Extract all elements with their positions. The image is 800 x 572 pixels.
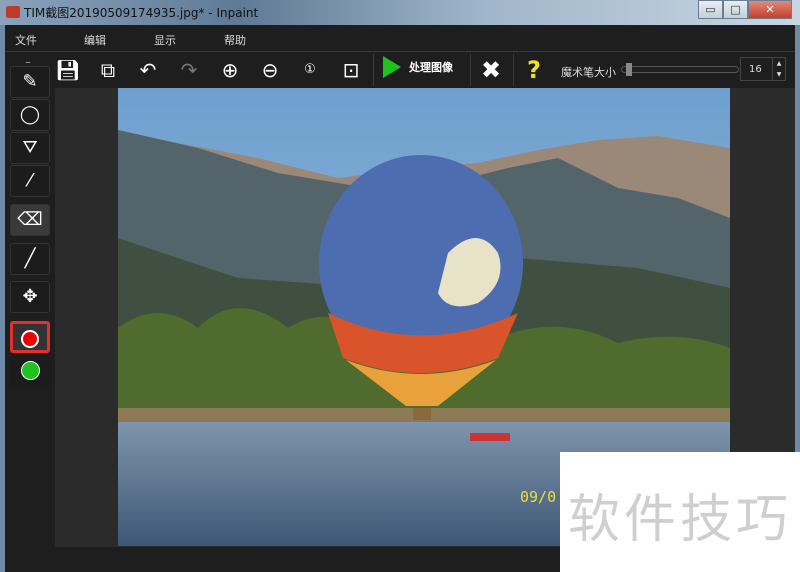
- spin-arrows[interactable]: ▲ ▼: [772, 58, 785, 80]
- brush-size-label: 魔术笔大小: [561, 66, 616, 79]
- green-marker-color[interactable]: [10, 355, 50, 387]
- menu-help[interactable]: 帮助: [224, 32, 246, 48]
- brush-size-slider[interactable]: [621, 63, 739, 76]
- red-marker-color[interactable]: [10, 321, 50, 353]
- zoom-out-icon[interactable]: ⊖: [257, 57, 283, 83]
- polygon-lasso-tool[interactable]: ⛛: [10, 132, 50, 164]
- tool-panel: ✎ ◯ ⛛ ⁄ ⌫ ╱ ✥: [5, 63, 50, 547]
- app-icon: [6, 6, 20, 18]
- slider-thumb[interactable]: [626, 63, 633, 76]
- cancel-icon[interactable]: ✖: [478, 57, 504, 83]
- minimize-button[interactable]: ▭: [698, 0, 723, 19]
- window-title: TIM截图20190509174935.jpg* - Inpaint: [24, 6, 259, 20]
- lasso-tool[interactable]: ◯: [10, 99, 50, 131]
- zoom-fit-icon[interactable]: ⊡: [338, 57, 364, 83]
- help-icon[interactable]: ?: [521, 57, 547, 83]
- line-tool[interactable]: ╱: [10, 243, 50, 275]
- play-icon: [383, 56, 401, 78]
- watermark-text: 软件技巧: [568, 490, 793, 550]
- menu-view[interactable]: 显示: [154, 32, 176, 48]
- title-bar: TIM截图20190509174935.jpg* - Inpaint ▭ □ ✕: [0, 0, 800, 25]
- magic-wand-tool[interactable]: ⁄: [10, 165, 50, 197]
- menu-bar: 文件 编辑 显示 帮助: [5, 25, 795, 52]
- process-image-button[interactable]: 处理图像: [383, 56, 453, 78]
- watermark: 软件技巧: [560, 452, 800, 572]
- redo-icon[interactable]: ↷: [176, 57, 202, 83]
- process-label: 处理图像: [409, 61, 453, 74]
- menu-file[interactable]: 文件: [15, 32, 37, 48]
- menu-edit[interactable]: 编辑: [84, 32, 106, 48]
- zoom-actual-icon[interactable]: ①: [297, 57, 323, 83]
- preview-icon[interactable]: ⧉: [95, 57, 121, 83]
- maximize-button[interactable]: □: [723, 0, 748, 19]
- save-icon[interactable]: 💾︎: [55, 57, 81, 83]
- undo-icon[interactable]: ↶: [135, 57, 161, 83]
- toolbar: ⇩ 💾︎ ⧉ ↶ ↷ ⊕ ⊖ ① ⊡ 处理图像 ✖ ? 魔术笔大小 16 ▲▼: [5, 52, 795, 88]
- zoom-in-icon[interactable]: ⊕: [217, 57, 243, 83]
- eraser-tool[interactable]: ⌫: [10, 204, 50, 236]
- move-tool[interactable]: ✥: [10, 281, 50, 313]
- date-stamp: 09/0: [520, 488, 557, 506]
- brush-size-spinbox[interactable]: 16 ▲ ▼: [740, 57, 786, 81]
- close-button[interactable]: ✕: [748, 0, 792, 19]
- brush-size-value: 16: [749, 64, 762, 75]
- marker-tool[interactable]: ✎: [10, 66, 50, 98]
